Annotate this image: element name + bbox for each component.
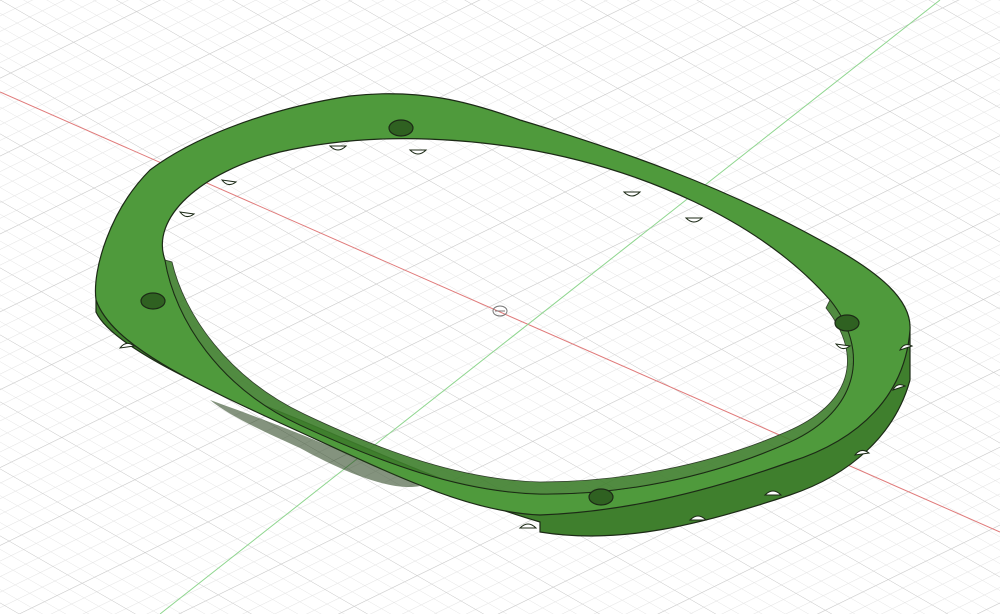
mounting-hole: [140, 292, 166, 310]
mounting-hole: [834, 314, 860, 332]
mounting-hole: [388, 119, 414, 137]
mounting-hole: [588, 488, 614, 506]
cad-3d-viewport[interactable]: [0, 0, 1000, 614]
